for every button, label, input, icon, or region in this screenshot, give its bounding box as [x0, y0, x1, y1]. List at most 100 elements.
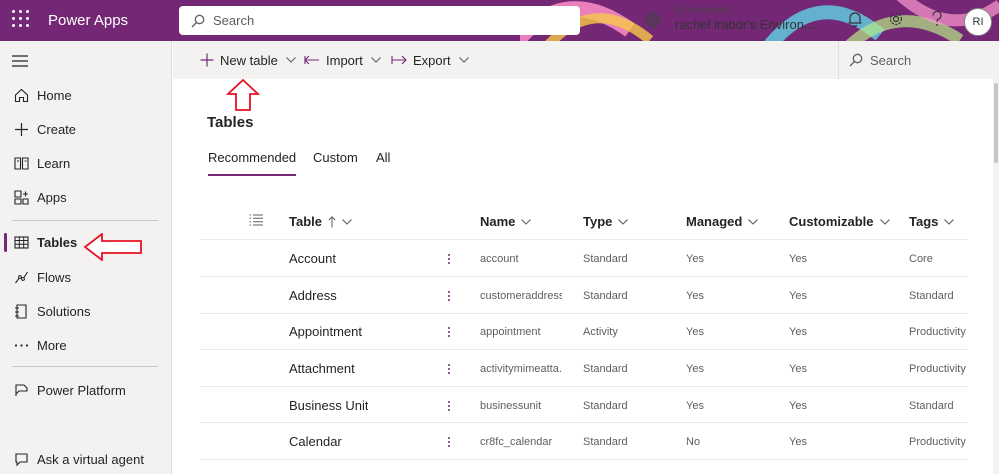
row-tags: Productivity: [909, 362, 966, 375]
app-launcher-icon[interactable]: [12, 10, 30, 28]
row-managed: No: [686, 435, 701, 448]
sidebar-item-label: Learn: [37, 155, 71, 171]
export-icon: [391, 55, 407, 65]
row-more-options-icon[interactable]: [446, 313, 452, 350]
column-header-managed[interactable]: Managed: [686, 214, 759, 229]
row-customizable: Yes: [789, 399, 807, 412]
column-header-label: Tags: [909, 214, 939, 229]
row-managed: Yes: [686, 362, 704, 375]
table-row[interactable]: Account account Standard Yes Yes Core: [200, 240, 968, 277]
tab-all[interactable]: All: [376, 150, 390, 165]
notification-bell-icon[interactable]: [848, 11, 862, 27]
sidebar-item-label: Tables: [37, 234, 78, 250]
column-header-label: Type: [583, 214, 613, 229]
chevron-down-icon: [285, 57, 296, 63]
page-title: Tables: [207, 114, 254, 131]
row-tags: Core: [909, 252, 933, 265]
chevron-down-icon: [458, 57, 469, 63]
sidebar-item-more[interactable]: More: [0, 329, 171, 361]
table-row[interactable]: Calendar cr8fc_calendar Standard No Yes …: [200, 423, 968, 460]
sidebar-item-label: Create: [37, 121, 77, 137]
column-header-tags[interactable]: Tags: [909, 214, 955, 229]
settings-gear-icon[interactable]: [888, 11, 904, 27]
table-row[interactable]: Address customeraddress Standard Yes Yes…: [200, 277, 968, 314]
sidebar-item-label: Apps: [37, 189, 67, 205]
chevron-down-icon: [748, 218, 759, 225]
table-row[interactable]: Business Unit businessunit Standard Yes …: [200, 387, 968, 424]
row-logical-name: activitymimeatta...: [480, 362, 562, 375]
chevron-down-icon: [944, 218, 955, 225]
sidebar-item-virtual-agent[interactable]: Ask a virtual agent: [0, 443, 171, 474]
row-logical-name: account: [480, 252, 519, 265]
row-more-options-icon[interactable]: [446, 277, 452, 314]
row-table-name[interactable]: Attachment: [289, 350, 355, 387]
row-customizable: Yes: [789, 252, 807, 265]
sidebar-item-learn[interactable]: Learn: [0, 147, 171, 179]
environment-name: rachel irabor's Environ...: [675, 17, 815, 32]
sidebar-item-apps[interactable]: Apps: [0, 181, 171, 213]
user-avatar[interactable]: RI: [964, 8, 992, 36]
row-more-options-icon[interactable]: [446, 350, 452, 387]
row-table-name[interactable]: Appointment: [289, 313, 362, 350]
export-button[interactable]: Export: [391, 41, 469, 79]
row-customizable: Yes: [789, 362, 807, 375]
row-more-options-icon[interactable]: [446, 240, 452, 277]
sidebar-item-label: Solutions: [37, 303, 91, 319]
vertical-scrollbar[interactable]: [993, 79, 999, 474]
row-type: Standard: [583, 252, 628, 265]
row-type: Standard: [583, 399, 628, 412]
tab-custom[interactable]: Custom: [313, 150, 358, 165]
help-icon[interactable]: [931, 11, 943, 27]
row-table-name[interactable]: Calendar: [289, 423, 342, 460]
row-logical-name: businessunit: [480, 399, 542, 412]
hamburger-menu-icon[interactable]: [12, 55, 28, 67]
column-header-label: Managed: [686, 214, 743, 229]
row-type: Standard: [583, 435, 628, 448]
book-icon: [13, 156, 29, 170]
plus-icon: [200, 53, 214, 67]
row-table-name[interactable]: Address: [289, 277, 337, 314]
row-table-name[interactable]: Account: [289, 240, 336, 277]
chevron-down-icon: [879, 218, 890, 225]
table-search-placeholder: Search: [870, 52, 912, 68]
sidebar-item-label: Power Platform: [37, 382, 126, 398]
power-platform-icon: [14, 383, 28, 396]
column-options-icon[interactable]: [249, 214, 263, 226]
sidebar-item-create[interactable]: Create: [0, 113, 171, 145]
table-row[interactable]: Attachment activitymimeatta... Standard …: [200, 350, 968, 387]
column-header-name[interactable]: Name: [480, 214, 532, 229]
scrollbar-thumb[interactable]: [994, 83, 998, 163]
annotation-left-arrow: [84, 233, 142, 261]
table-row[interactable]: Appointment appointment Activity Yes Yes…: [200, 313, 968, 350]
import-button[interactable]: Import: [304, 41, 381, 79]
sidebar-item-home[interactable]: Home: [0, 79, 171, 111]
tab-recommended[interactable]: Recommended: [208, 150, 297, 176]
row-customizable: Yes: [789, 289, 807, 302]
table-search-input[interactable]: Search: [838, 41, 999, 79]
chevron-down-icon: [342, 218, 352, 225]
sidebar-item-power-platform[interactable]: Power Platform: [0, 374, 171, 406]
column-header-type[interactable]: Type: [583, 214, 629, 229]
column-header-table[interactable]: Table: [289, 214, 352, 229]
row-tags: Standard: [909, 289, 954, 302]
row-more-options-icon[interactable]: [446, 387, 452, 424]
table-icon: [13, 235, 29, 249]
import-label: Import: [326, 52, 363, 68]
row-more-options-icon[interactable]: [446, 423, 452, 460]
sidebar-divider: [12, 366, 158, 367]
column-header-label: Table: [289, 214, 322, 229]
row-managed: Yes: [686, 252, 704, 265]
sort-ascending-icon: [328, 215, 336, 227]
column-header-label: Customizable: [789, 214, 874, 229]
sidebar-item-flows[interactable]: Flows: [0, 261, 171, 293]
sidebar-item-label: Home: [37, 87, 72, 103]
app-title[interactable]: Power Apps: [48, 12, 128, 29]
row-table-name[interactable]: Business Unit: [289, 387, 368, 424]
sidebar-item-solutions[interactable]: Solutions: [0, 295, 171, 327]
column-header-customizable[interactable]: Customizable: [789, 214, 890, 229]
row-customizable: Yes: [789, 325, 807, 338]
search-placeholder: Search: [213, 13, 255, 28]
row-logical-name: customeraddress: [480, 289, 562, 302]
global-search-input[interactable]: Search: [179, 6, 580, 35]
new-table-button[interactable]: New table: [200, 41, 296, 79]
